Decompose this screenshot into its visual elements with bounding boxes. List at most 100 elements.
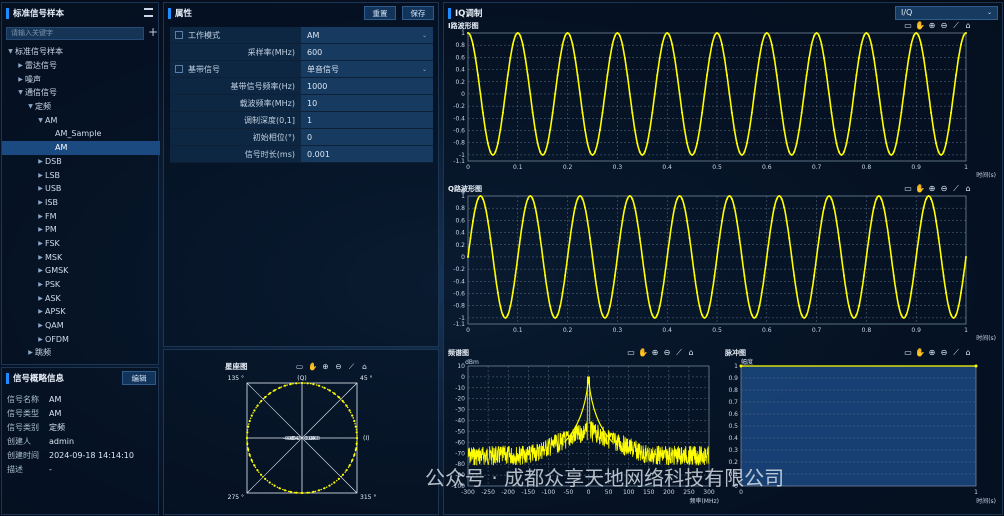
x-tick-label: 0.1 [513, 164, 523, 171]
collapse-icon[interactable] [144, 8, 153, 17]
mode-select[interactable]: I/Q ⌄ [895, 6, 998, 20]
zoom-out-icon[interactable]: ⊖ [334, 362, 343, 371]
data-point [594, 150, 596, 153]
home-icon[interactable]: ⌂ [965, 21, 970, 30]
tree-node[interactable]: ▶ QAM [2, 319, 160, 333]
tree-node[interactable]: ▶ USB [2, 182, 160, 196]
tree-node[interactable]: ▶ GMSK [2, 264, 160, 278]
zoom-in-icon[interactable]: ⊕ [321, 362, 330, 371]
home-icon[interactable]: ⌂ [965, 348, 970, 357]
y-tick-label: 0 [461, 374, 465, 381]
tree-node[interactable]: AM [2, 140, 160, 155]
info-value: admin [49, 436, 75, 446]
ruler-icon[interactable]: ⟋ [347, 362, 356, 371]
zoom-in-icon[interactable]: ⊕ [652, 348, 659, 357]
home-icon[interactable]: ⌂ [965, 184, 970, 193]
chart-title: 脉冲图 [724, 348, 746, 357]
hand-icon[interactable]: ✋ [915, 348, 925, 357]
property-value[interactable]: 10 [301, 95, 433, 111]
search-input[interactable]: 请输入关键字 [6, 27, 144, 40]
checkbox[interactable] [175, 31, 183, 39]
tree-node[interactable]: ▼ 定频 [2, 100, 160, 114]
property-value[interactable]: 1 [301, 112, 433, 128]
data-point [576, 198, 579, 200]
tree-node[interactable]: ▶ LSB [2, 168, 160, 182]
data-point [549, 128, 552, 131]
x-axis-label: 时间(s) [976, 171, 996, 179]
tree-node[interactable]: ▶ 跳频 [2, 346, 160, 360]
tree-node[interactable]: ▶ FSK [2, 237, 160, 251]
tree-node[interactable]: ▶ DSB [2, 155, 160, 169]
tree-node[interactable]: ▶ FM [2, 209, 160, 223]
property-value[interactable]: AM ⌄ [301, 27, 433, 43]
ruler-icon[interactable]: ⟋ [953, 21, 959, 30]
zoom-in-icon[interactable]: ⊕ [929, 348, 936, 357]
tree-node[interactable]: ▼ 通信信号 [2, 86, 160, 100]
zoom-in-icon[interactable]: ⊕ [929, 184, 936, 193]
zoom-out-icon[interactable]: ⊖ [941, 21, 948, 30]
legend-icon[interactable]: ▭ [904, 348, 912, 357]
property-label-text: 采样率(MHz) [247, 47, 295, 57]
tree-node[interactable]: ▶ ISB [2, 196, 160, 210]
tree-node[interactable]: ▶ 噪声 [2, 72, 160, 86]
hand-icon[interactable]: ✋ [308, 362, 317, 371]
property-value[interactable]: 单音信号 ⌄ [301, 61, 433, 77]
home-icon[interactable]: ⌂ [688, 348, 693, 357]
legend-icon[interactable]: ▭ [904, 184, 912, 193]
save-button[interactable]: 保存 [402, 6, 434, 20]
checkbox[interactable] [175, 65, 183, 73]
legend-icon[interactable]: ▭ [627, 348, 635, 357]
tree-node[interactable]: ▶ PM [2, 223, 160, 237]
data-point [616, 256, 619, 258]
property-value[interactable]: 1000 [301, 78, 433, 94]
tree-node[interactable]: ▶ APSK [2, 305, 160, 319]
data-point [323, 386, 326, 389]
edit-button[interactable]: 编辑 [122, 371, 156, 385]
tree-node[interactable]: ▼ 标准信号样本 [2, 45, 160, 59]
zoom-out-icon[interactable]: ⊖ [941, 348, 948, 357]
data-point [594, 274, 596, 277]
caret-right-icon: ▶ [38, 198, 43, 206]
data-point [253, 409, 256, 412]
zoom-out-icon[interactable]: ⊖ [941, 184, 948, 193]
zoom-out-icon[interactable]: ⊖ [664, 348, 671, 357]
data-point [328, 484, 331, 487]
legend-icon[interactable]: ▭ [295, 362, 304, 371]
ruler-icon[interactable]: ⟋ [676, 348, 682, 357]
tree-node-label: MSK [45, 252, 63, 262]
data-point [596, 142, 599, 145]
plot-area: 0 0.1 0.2 0.3 0.4 0.5 0.6 0.7 0.8 0.9 1 1 0.8 0.6 0.4 0… [453, 193, 968, 334]
tree-node[interactable]: ▶ OFDM [2, 332, 160, 346]
tree-node[interactable]: ▶ 雷达信号 [2, 59, 160, 73]
home-icon[interactable]: ⌂ [360, 362, 369, 371]
hand-icon[interactable]: ✋ [638, 348, 648, 357]
tree-node-label: 通信信号 [25, 88, 57, 98]
property-value[interactable]: 0.001 [301, 146, 433, 162]
data-point [312, 490, 315, 493]
data-point [613, 35, 616, 37]
plus-icon[interactable]: + [148, 25, 158, 39]
data-point [264, 396, 267, 399]
ruler-icon[interactable]: ⟋ [953, 348, 959, 357]
tree-node-label: AM [45, 115, 58, 125]
ruler-icon[interactable]: ⟋ [953, 184, 959, 193]
info-list: 信号名称 AM 信号类型 AM 信号类别 定频 创建人 admin 创建时间 2024-09-18… [7, 392, 134, 476]
data-point [750, 111, 753, 114]
tree-node[interactable]: ▼ AM [2, 113, 160, 127]
legend-icon[interactable]: ▭ [904, 21, 912, 30]
y-tick-label: 0.8 [728, 387, 738, 394]
property-value[interactable]: 600 [301, 44, 433, 60]
reset-button[interactable]: 重置 [364, 6, 396, 20]
tree-node[interactable]: ▶ PSK [2, 278, 160, 292]
data-point [887, 237, 890, 240]
data-point [551, 313, 554, 316]
zoom-in-icon[interactable]: ⊕ [929, 21, 936, 30]
data-point [965, 256, 967, 258]
hand-icon[interactable]: ✋ [915, 184, 925, 193]
hand-icon[interactable]: ✋ [915, 21, 925, 30]
property-value[interactable]: 0 [301, 129, 433, 145]
x-tick-label: 0.6 [762, 164, 772, 171]
tree-node[interactable]: AM_Sample [2, 127, 160, 141]
tree-node[interactable]: ▶ MSK [2, 250, 160, 264]
tree-node[interactable]: ▶ ASK [2, 291, 160, 305]
